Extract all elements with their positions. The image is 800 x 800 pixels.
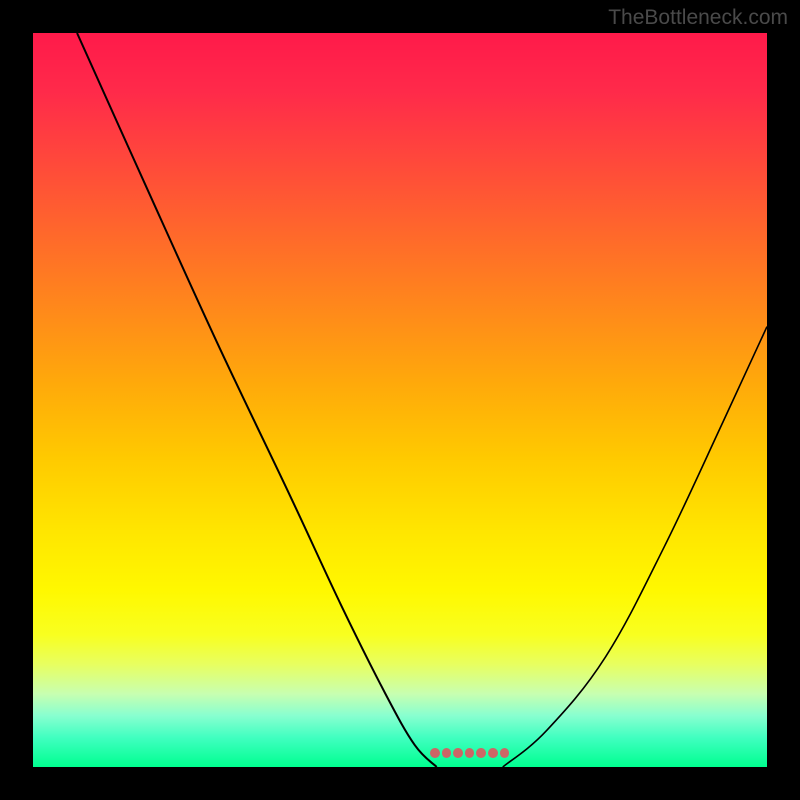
left-curve [77, 33, 437, 767]
marker-dot [465, 748, 475, 758]
right-curve [503, 327, 767, 767]
marker-dot [476, 748, 486, 758]
marker-dot [500, 748, 510, 758]
marker-dot [453, 748, 463, 758]
marker-dot [488, 748, 498, 758]
watermark-text: TheBottleneck.com [608, 6, 788, 30]
marker-dot [442, 748, 452, 758]
marker-dot [430, 748, 440, 758]
optimal-range-band [429, 745, 510, 761]
plot-area [33, 33, 767, 767]
curves-svg [33, 33, 767, 767]
